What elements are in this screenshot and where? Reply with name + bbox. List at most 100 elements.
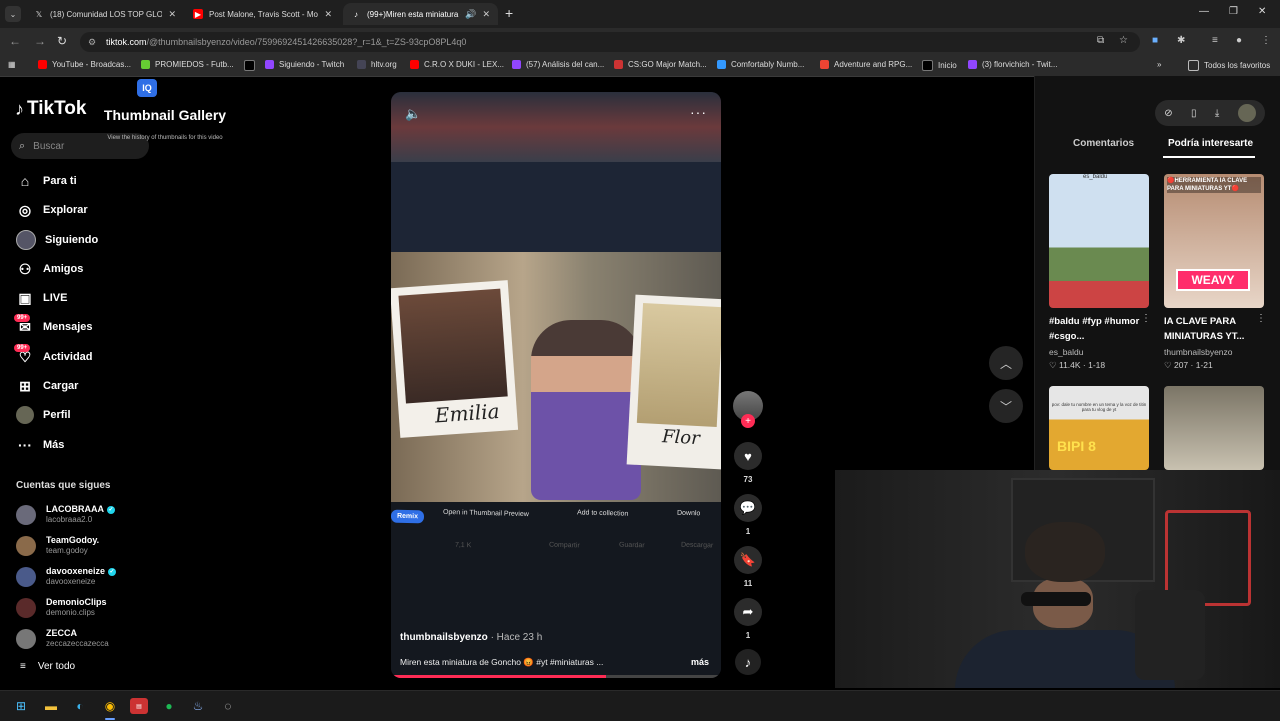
file-explorer-icon[interactable]: ▬	[42, 698, 60, 714]
close-icon[interactable]: ✕	[324, 9, 332, 20]
suggested-video-thumbnail[interactable]: es_baldu	[1049, 174, 1149, 308]
bookmark-item[interactable]: CS:GO Major Match...	[614, 60, 707, 69]
nav-mas[interactable]: ··· Más	[16, 436, 64, 454]
video-bottom	[391, 502, 721, 678]
comment-button[interactable]: 💬 1	[734, 494, 762, 536]
bookmark-item[interactable]: Comfortably Numb...	[717, 60, 804, 69]
nav-label: Mensajes	[43, 321, 93, 333]
address-bar[interactable]: ⚙ tiktok.com/@thumbnailsbyenzo/video/759…	[80, 32, 1140, 52]
suggested-author[interactable]: es_baldu	[1049, 347, 1084, 357]
reload-icon[interactable]: ↻	[57, 34, 67, 48]
nav-perfil[interactable]: Perfil	[16, 406, 71, 424]
more-options-icon[interactable]: ···	[690, 104, 707, 120]
profile-avatar-icon[interactable]: ●	[1236, 35, 1242, 46]
apps-icon[interactable]: ▦	[8, 60, 16, 69]
extensions-icon[interactable]: ✱	[1177, 35, 1185, 46]
suggested-author[interactable]: thumbnailsbyenzo	[1164, 347, 1233, 357]
nav-siguiendo[interactable]: Siguiendo	[16, 230, 98, 250]
more-options-icon[interactable]: ⋮	[1256, 313, 1266, 324]
more-link[interactable]: más	[691, 657, 709, 667]
bookmark-item[interactable]: hltv.org	[357, 60, 397, 69]
bookmark-item[interactable]: PROMIEDOS - Futb...	[141, 60, 234, 69]
download-icon[interactable]: ⤓	[1215, 108, 1219, 119]
nav-mensajes[interactable]: ✉ 99+ Mensajes	[14, 314, 93, 336]
previous-video-button[interactable]: ︿	[989, 346, 1023, 380]
nav-label: Amigos	[43, 263, 84, 275]
bookmark-item[interactable]	[244, 60, 260, 71]
new-tab-button[interactable]: +	[505, 5, 513, 21]
csgo-icon	[614, 60, 623, 69]
browser-tab-2[interactable]: ▶ Post Malone, Travis Scott - Moc ✕	[185, 3, 340, 25]
windows-start-icon[interactable]: ⊞	[12, 698, 30, 714]
close-window-icon[interactable]: ✕	[1258, 6, 1266, 17]
browser-tab-1[interactable]: 𝕏 (18) Comunidad LOS TOP GLOB ✕	[26, 3, 184, 25]
bookmark-item[interactable]: (57) Análisis del can...	[512, 60, 604, 69]
action-label: Downlo	[676, 509, 701, 518]
following-account[interactable]: davooxeneize ✓ davooxeneize	[16, 566, 117, 587]
profile-avatar-icon[interactable]	[1237, 104, 1256, 122]
phone-icon[interactable]: ▯	[1191, 108, 1197, 119]
all-bookmarks[interactable]: Todos los favoritos	[1188, 60, 1270, 71]
close-icon[interactable]: ✕	[168, 9, 176, 20]
site-info-icon[interactable]: ⚙	[88, 37, 98, 47]
video-player[interactable]: Emilia Flor Remix Open in Thumbnail Prev…	[391, 92, 721, 678]
more-bookmarks-icon[interactable]: »	[1157, 60, 1161, 69]
suggested-video-thumbnail[interactable]	[1164, 386, 1264, 470]
tiktok-icon: ♪	[354, 9, 358, 19]
save-button[interactable]: 🔖 11	[734, 546, 762, 588]
nav-live[interactable]: ▣ LIVE	[16, 289, 67, 307]
forward-icon[interactable]: →	[34, 34, 46, 48]
close-icon[interactable]: ✕	[482, 9, 490, 20]
bookmark-item[interactable]: (3) florvichich - Twit...	[968, 60, 1057, 69]
nav-label: Más	[43, 439, 65, 451]
tab-podria-interesarte[interactable]: Podría interesarte	[1168, 138, 1253, 149]
nav-cargar[interactable]: ⊞ Cargar	[16, 377, 78, 395]
tab-comentarios[interactable]: Comentarios	[1073, 138, 1134, 149]
bookmark-item[interactable]: YouTube - Broadcas...	[38, 60, 131, 69]
compass-icon[interactable]: ⊘	[1164, 108, 1172, 119]
extension-icon[interactable]: ■	[1152, 35, 1158, 46]
like-button[interactable]: ♥ 73	[734, 442, 762, 484]
next-video-button[interactable]: ﹀	[989, 389, 1023, 423]
more-options-icon[interactable]: ⋮	[1141, 313, 1151, 324]
browser-tab-3[interactable]: ♪ (99+)Miren esta miniatura d 🔊 ✕	[343, 3, 498, 25]
bookmark-item[interactable]: Siguiendo - Twitch	[265, 60, 344, 69]
bookmark-item[interactable]: Adventure and RPG...	[820, 60, 912, 69]
menu-icon[interactable]: ⋮	[1261, 35, 1271, 46]
app-icon[interactable]: ◌	[219, 698, 237, 714]
account-handle: lacobraaa2.0	[46, 515, 93, 524]
nav-para-ti[interactable]: ⌂ Para ti	[16, 172, 77, 190]
edge-icon[interactable]: ◐	[71, 698, 89, 714]
audio-icon[interactable]: 🔊	[465, 9, 476, 20]
media-icon[interactable]: ≡	[1212, 35, 1218, 46]
nav-amigos[interactable]: ⚇ Amigos	[16, 260, 84, 278]
share-button[interactable]: ➦ 1	[734, 598, 762, 640]
nav-explorar[interactable]: ◎ Explorar	[16, 201, 88, 219]
steam-icon[interactable]: ♨	[189, 698, 207, 714]
follow-plus-icon[interactable]: +	[741, 414, 755, 428]
progress-bar[interactable]	[391, 675, 721, 678]
spotify-icon[interactable]: ●	[160, 698, 178, 714]
following-account[interactable]: ZECCA zeccazeccazecca	[16, 628, 109, 649]
following-account[interactable]: DemonioClips demonio.clips	[16, 597, 107, 618]
nav-actividad[interactable]: ♡ 99+ Actividad	[14, 344, 93, 366]
volume-icon[interactable]: 🔈	[405, 106, 421, 122]
bookmark-item[interactable]: C.R.O X DUKI - LEX...	[410, 60, 504, 69]
app-icon[interactable]: ▤	[130, 698, 148, 714]
video-author[interactable]: thumbnailsbyenzo · Hace 23 h	[400, 632, 542, 643]
chrome-icon[interactable]: ◉	[101, 698, 119, 714]
install-icon[interactable]: ⧉	[1097, 35, 1104, 46]
star-icon[interactable]: ☆	[1119, 35, 1128, 46]
webcam-overlay	[835, 470, 1280, 688]
following-account[interactable]: TeamGodoy. team.godoy	[16, 535, 99, 556]
restore-icon[interactable]: ❐	[1229, 6, 1238, 17]
following-account[interactable]: LACOBRAAA ✓ lacobraaa2.0	[16, 504, 115, 525]
bookmark-item[interactable]: Inicio	[922, 60, 957, 71]
music-disc-icon[interactable]: ♪	[735, 649, 761, 675]
suggested-video-thumbnail[interactable]: 🔴HERRAMIENTA IA CLAVE PARA MINIATURAS YT…	[1164, 174, 1264, 308]
back-icon[interactable]: ←	[9, 34, 21, 48]
see-all-button[interactable]: ≡ Ver todo	[20, 661, 75, 672]
tab-search-button[interactable]: ⌄	[5, 6, 21, 22]
minimize-icon[interactable]: —	[1199, 6, 1209, 17]
suggested-video-thumbnail[interactable]: pov: dale tu nombre en un tema y la voz …	[1049, 386, 1149, 470]
